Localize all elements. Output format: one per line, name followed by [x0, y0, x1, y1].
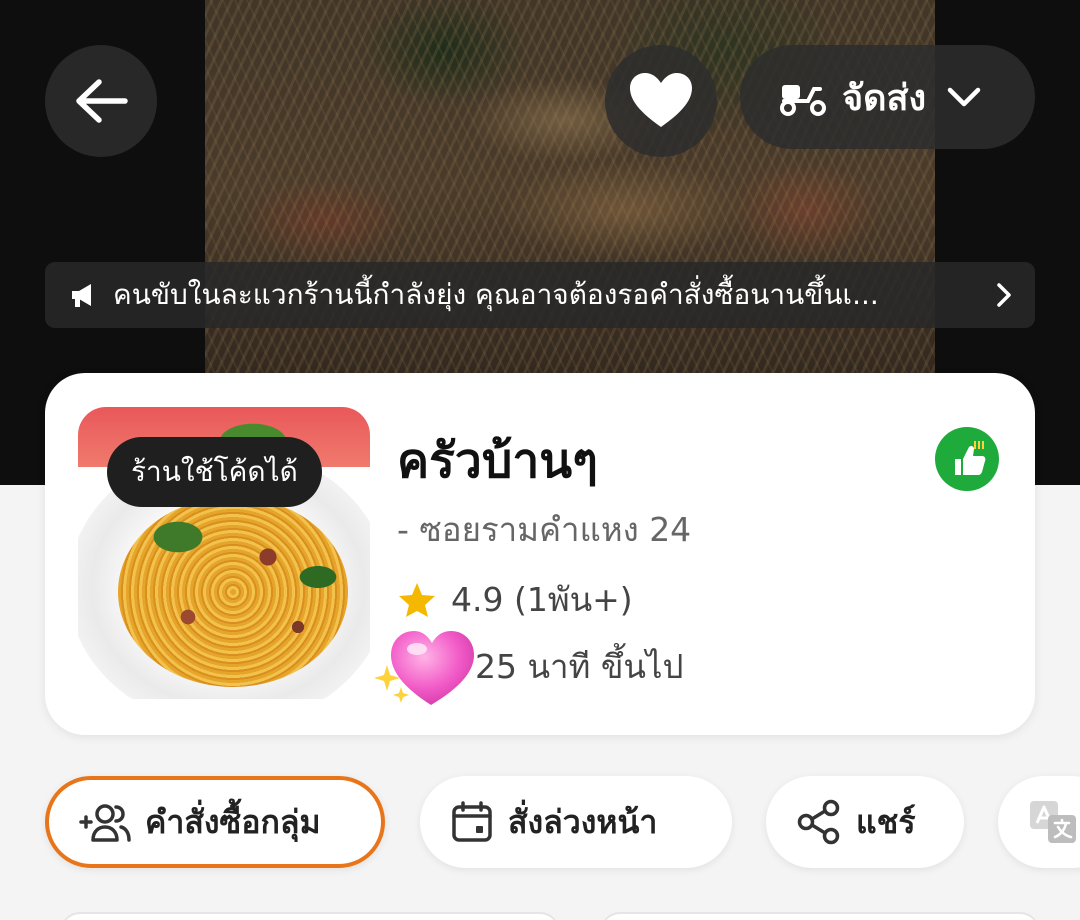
shop-branch: - ซอยรามคำแหง 24	[397, 510, 692, 549]
preorder-label: สั่งล่วงหน้า	[508, 802, 658, 841]
megaphone-icon	[72, 284, 91, 307]
add-people-icon	[79, 804, 131, 842]
share-label: แชร์	[856, 802, 916, 841]
shop-name: ครัวบ้านๆ	[397, 433, 598, 489]
filter-chip[interactable]	[60, 912, 560, 920]
shop-info-card: ร้านใช้โค้ดได้ ครัวบ้านๆ - ซอยรามคำแหง 2…	[45, 373, 1035, 735]
calendar-icon	[452, 801, 492, 842]
arrow-left-icon	[76, 79, 128, 123]
share-button[interactable]: แชร์	[766, 776, 964, 868]
thumbs-up-icon	[955, 441, 986, 475]
heart-icon	[630, 73, 692, 127]
chevron-right-icon	[997, 283, 1011, 307]
translate-icon	[1030, 801, 1076, 843]
delivery-mode-label: จัดส่ง	[842, 77, 927, 119]
chevron-down-icon	[947, 87, 981, 107]
delivery-mode-selector[interactable]: จัดส่ง	[740, 45, 1035, 149]
group-order-label: คำสั่งซื้อกลุ่ม	[145, 802, 321, 841]
preorder-button[interactable]: สั่งล่วงหน้า	[420, 776, 732, 868]
back-button[interactable]	[45, 45, 157, 157]
verified-thumbs-up-badge	[935, 427, 999, 491]
notice-text: คนขับในละแวกร้านนี้กำลังยุ่ง คุณอาจต้องร…	[113, 278, 879, 311]
filter-chip[interactable]	[600, 912, 1040, 920]
favorite-button[interactable]	[605, 45, 717, 157]
coupon-badge: ร้านใช้โค้ดได้	[107, 437, 322, 507]
sparkling-heart-icon	[374, 631, 474, 705]
share-icon	[797, 799, 840, 845]
busy-drivers-notice[interactable]: คนขับในละแวกร้านนี้กำลังยุ่ง คุณอาจต้องร…	[45, 262, 1035, 328]
group-order-button[interactable]: คำสั่งซื้อกลุ่ม	[45, 776, 385, 868]
translate-button[interactable]	[998, 776, 1080, 868]
delivery-eta: 25 นาที ขึ้นไป	[475, 647, 684, 686]
scooter-icon	[780, 85, 826, 116]
